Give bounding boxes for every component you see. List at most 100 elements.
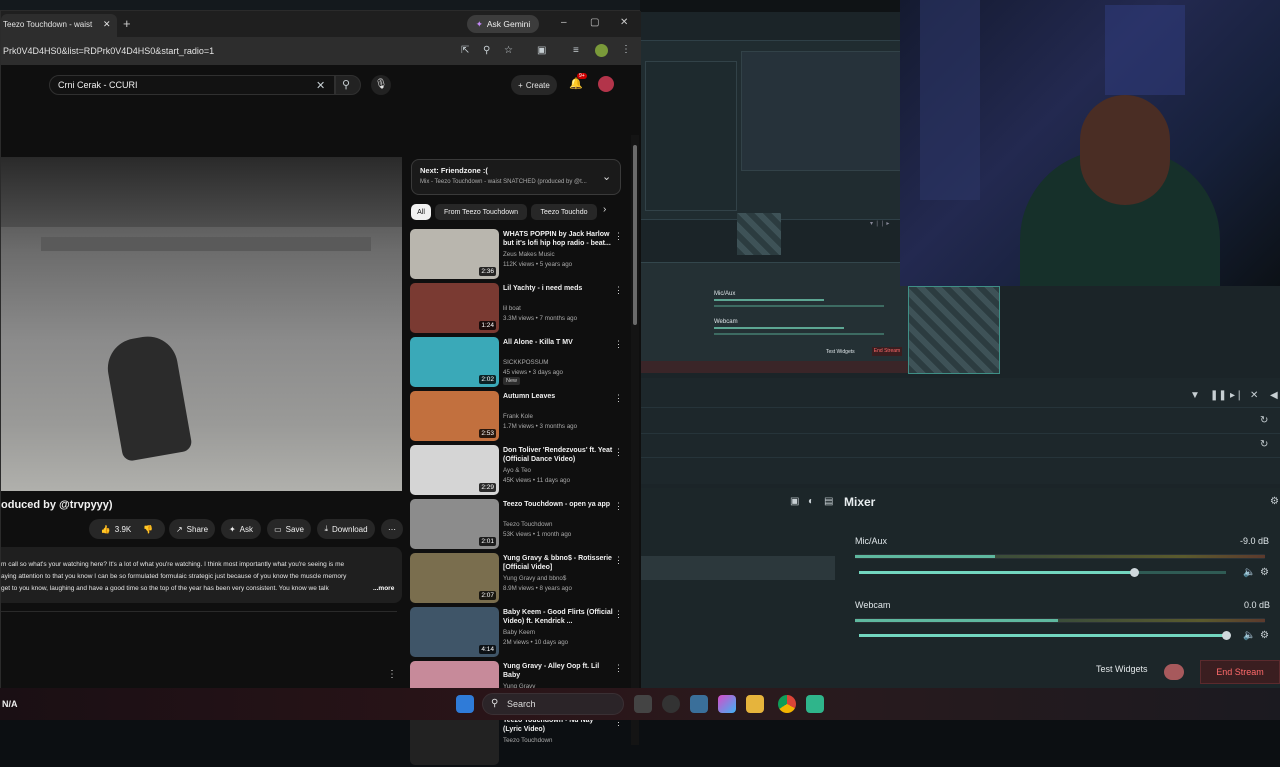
url-text[interactable]: Prk0V4D4HS0&list=RDPrk0V4D4HS0&start_rad…	[3, 46, 214, 56]
channel-name[interactable]: Frank Kole	[503, 413, 533, 420]
chip-from-channel[interactable]: From Teezo Touchdown	[435, 204, 527, 220]
mute-icon[interactable]: ✕	[1250, 390, 1258, 401]
description-box[interactable]: m call so what's your watching here? It'…	[1, 547, 402, 603]
clear-search-icon[interactable]: ✕	[316, 79, 325, 92]
up-next-item[interactable]: 2:07 Yung Gravy & bbno$ - Rotisserie [Off…	[410, 553, 628, 605]
channel-name[interactable]: lil boat	[503, 305, 521, 312]
channel-name[interactable]: Teezo Touchdown	[503, 737, 552, 744]
video-title[interactable]: Lil Yachty - i need meds	[503, 284, 613, 293]
new-tab-button[interactable]: +	[123, 16, 131, 31]
item-menu-icon[interactable]: ⋮	[614, 447, 623, 458]
scrollbar-thumb[interactable]	[633, 145, 637, 325]
item-menu-icon[interactable]: ⋮	[614, 339, 623, 350]
video-thumbnail[interactable]: 2:02	[410, 337, 499, 387]
menu-kebab-icon[interactable]: ⋮	[621, 44, 631, 55]
share-button[interactable]: ↗ Share	[169, 519, 215, 539]
channel-name[interactable]: Teezo Touchdown	[503, 521, 552, 528]
up-next-item[interactable]: 2:53 Autumn Leaves Frank Kole 1.7M views • …	[410, 391, 628, 443]
obs-streamlabs-icon[interactable]	[806, 695, 824, 713]
channel-name[interactable]: Ayo & Teo	[503, 467, 531, 474]
create-button[interactable]: + Create	[511, 75, 557, 95]
filter-icon[interactable]: ▼	[1190, 390, 1200, 401]
pause-icon[interactable]: ❚❚	[1210, 390, 1227, 401]
scene-list-selected-row[interactable]	[640, 556, 835, 580]
address-bar[interactable]: Prk0V4D4HS0&list=RDPrk0V4D4HS0&start_rad…	[1, 37, 641, 65]
browser-tab[interactable]: Teezo Touchdown - waist ✕	[1, 14, 117, 37]
dislike-icon[interactable]: 👎	[143, 525, 153, 534]
show-more-link[interactable]: ...more	[373, 585, 394, 592]
up-next-item[interactable]: Teezo Touchdown - Nu Nay (Lyric Video) Te…	[410, 715, 628, 767]
refresh-icon[interactable]: ↻	[1260, 415, 1268, 426]
profile-avatar[interactable]	[595, 44, 608, 57]
cast-icon[interactable]: ⇱	[461, 45, 469, 56]
mic-aux-slider-knob[interactable]	[1130, 568, 1139, 577]
media-icon[interactable]: ≡	[573, 45, 579, 56]
up-next-item[interactable]: 2:01 Teezo Touchdown - open ya app Teezo T…	[410, 499, 628, 551]
like-icon[interactable]: 👍	[101, 525, 111, 534]
obs-preview[interactable]	[640, 40, 902, 255]
more-actions-button[interactable]: ⋯	[381, 519, 403, 539]
video-thumbnail[interactable]: 4:14	[410, 607, 499, 657]
bookmark-star-icon[interactable]: ☆	[504, 45, 513, 56]
close-window-button[interactable]: ✕	[620, 17, 628, 28]
video-title[interactable]: Baby Keem - Good Flirts (Official Video)…	[503, 608, 613, 626]
item-menu-icon[interactable]: ⋮	[614, 393, 623, 404]
up-next-item[interactable]: 1:24 Lil Yachty - i need meds lil boat 3.3M…	[410, 283, 628, 335]
minimize-button[interactable]: –	[561, 17, 567, 28]
test-widgets-toggle[interactable]	[1164, 664, 1184, 680]
gear-icon[interactable]: ⚙	[1260, 567, 1269, 578]
channel-name[interactable]: SICKKPOSSUM	[503, 359, 548, 366]
chip-related[interactable]: Teezo Touchdo	[531, 204, 597, 220]
folder-icon[interactable]: ▤	[824, 496, 833, 507]
ask-gemini-button[interactable]: ✦ Ask Gemini	[467, 15, 539, 33]
maximize-button[interactable]: ▢	[590, 17, 599, 28]
audio-settings-icon[interactable]: ◐	[808, 496, 814, 507]
channel-name[interactable]: Yung Gravy and bbno$	[503, 575, 566, 582]
video-title[interactable]: All Alone - Killa T MV	[503, 338, 613, 347]
item-menu-icon[interactable]: ⋮	[614, 663, 623, 674]
chrome-icon[interactable]	[778, 695, 796, 713]
video-title[interactable]: Yung Gravy - Alley Oop ft. Lil Baby	[503, 662, 613, 680]
obs-source-row-2[interactable]: ↻	[640, 434, 1280, 458]
video-thumbnail[interactable]: 2:01	[410, 499, 499, 549]
volume-icon[interactable]: ◀	[1270, 390, 1278, 401]
file-explorer-icon[interactable]	[746, 695, 764, 713]
start-windows-icon[interactable]	[456, 695, 474, 713]
playlist-next-panel[interactable]: Next: Friendzone :( Mix - Teezo Touchdow…	[411, 159, 621, 195]
mixer-settings-icon[interactable]: ⚙	[1270, 496, 1279, 507]
voice-search-icon[interactable]: 🎙	[371, 75, 391, 95]
taskbar-search[interactable]: ⚲ Search	[482, 693, 624, 715]
item-menu-icon[interactable]: ⋮	[614, 555, 623, 566]
comment-menu-icon[interactable]: ⋮	[387, 669, 397, 680]
video-player[interactable]	[1, 157, 402, 491]
item-menu-icon[interactable]: ⋮	[614, 501, 623, 512]
app-4k-icon[interactable]	[662, 695, 680, 713]
app-icon[interactable]	[690, 695, 708, 713]
download-button[interactable]: ⤓ Download	[317, 519, 375, 539]
up-next-item[interactable]: 2:29 Don Toliver 'Rendezvous' ft. Yeat (O…	[410, 445, 628, 497]
up-next-item[interactable]: 2:02 All Alone - Killa T MV SICKKPOSSUM 45 …	[410, 337, 628, 389]
video-title[interactable]: Yung Gravy & bbno$ - Rotisserie [Officia…	[503, 554, 613, 572]
video-thumbnail[interactable]: 2:29	[410, 445, 499, 495]
video-title[interactable]: Teezo Touchdown - open ya app	[503, 500, 613, 509]
account-avatar[interactable]	[598, 76, 614, 92]
item-menu-icon[interactable]: ⋮	[614, 285, 623, 296]
copilot-icon[interactable]	[718, 695, 736, 713]
refresh-icon[interactable]: ↻	[1260, 439, 1268, 450]
close-tab-icon[interactable]: ✕	[103, 19, 111, 30]
channel-name[interactable]: Zeus Makes Music	[503, 251, 555, 258]
like-dislike-group[interactable]: 👍 3.9K 👎	[89, 519, 165, 539]
ask-button[interactable]: ✦ Ask	[221, 519, 261, 539]
chip-all[interactable]: All	[411, 204, 431, 220]
zoom-icon[interactable]: ⚲	[483, 45, 490, 56]
video-title[interactable]: WHATS POPPIN by Jack Harlow but it's lof…	[503, 230, 613, 248]
item-menu-icon[interactable]: ⋮	[614, 609, 623, 620]
webcam-slider-knob[interactable]	[1222, 631, 1231, 640]
task-view-icon[interactable]	[634, 695, 652, 713]
obs-source-row-1[interactable]: ↻	[640, 410, 1280, 434]
item-menu-icon[interactable]: ⋮	[614, 231, 623, 242]
search-input[interactable]: Crni Cerak - CCURI ✕	[49, 75, 335, 95]
video-thumbnail[interactable]: 2:07	[410, 553, 499, 603]
end-stream-button[interactable]: End Stream	[1200, 660, 1280, 684]
save-button[interactable]: ▭ Save	[267, 519, 311, 539]
